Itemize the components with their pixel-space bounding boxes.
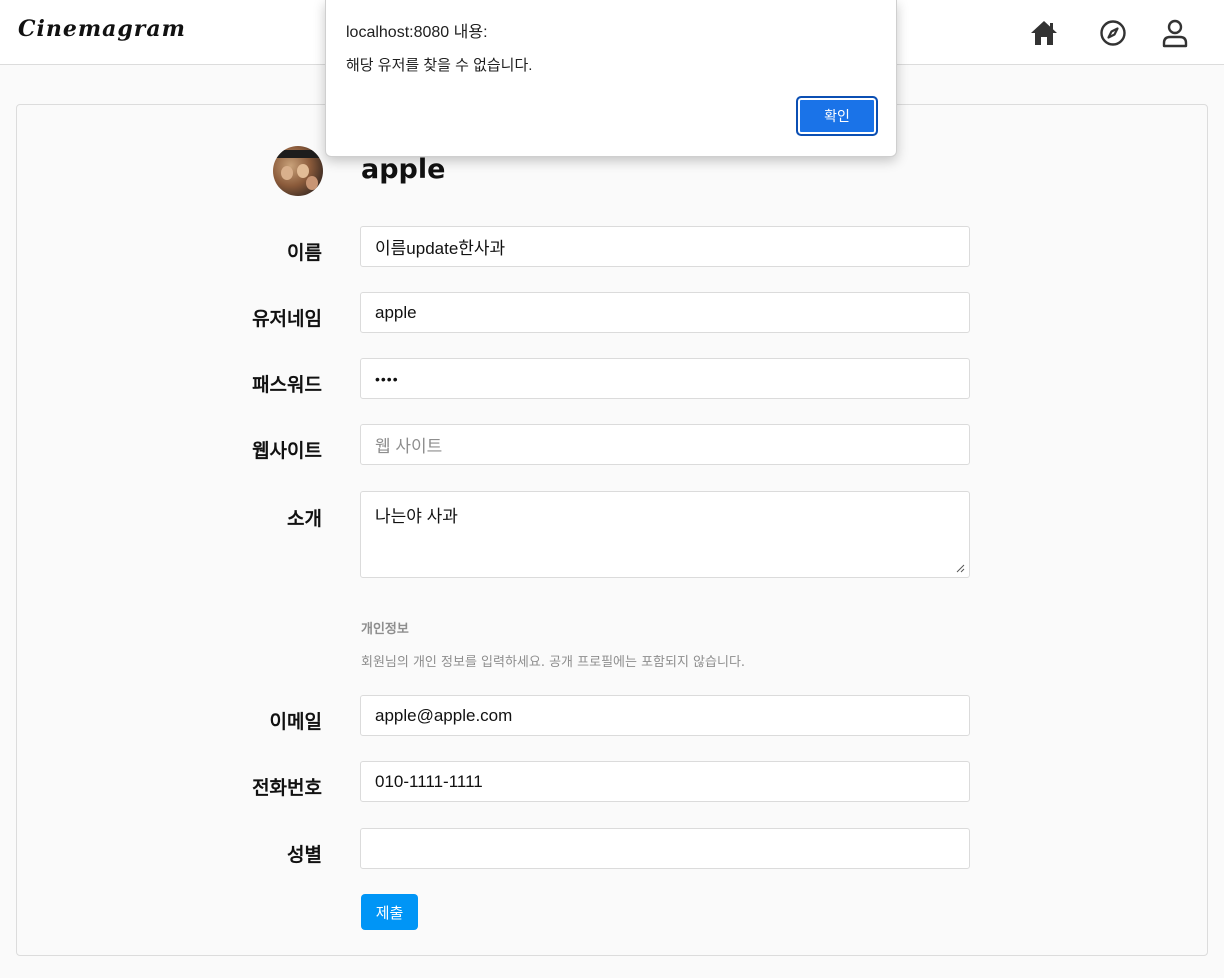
- bio-text: 나는야 사과: [375, 507, 458, 526]
- resize-handle-icon[interactable]: [955, 563, 965, 573]
- bio-label: 소개: [287, 508, 322, 530]
- email-field[interactable]: apple@apple.com: [360, 695, 970, 736]
- alert-dialog: localhost:8080 내용: 해당 유저를 찾을 수 없습니다. 확인: [325, 0, 897, 157]
- compass-icon[interactable]: [1096, 16, 1130, 50]
- bio-textarea[interactable]: 나는야 사과: [360, 491, 970, 578]
- profile-avatar[interactable]: [273, 146, 323, 196]
- website-field[interactable]: 웹 사이트: [360, 424, 970, 465]
- profile-username-title: apple: [361, 154, 446, 185]
- private-info-title: 개인정보: [361, 622, 409, 637]
- gender-field[interactable]: [360, 828, 970, 869]
- alert-dialog-title: localhost:8080 내용:: [346, 24, 488, 41]
- email-label: 이메일: [269, 711, 322, 733]
- app-logo[interactable]: Cinemagram: [18, 16, 186, 42]
- submit-button[interactable]: 제출: [361, 894, 418, 930]
- private-info-description: 회원님의 개인 정보를 입력하세요. 공개 프로필에는 포함되지 않습니다.: [361, 655, 746, 670]
- password-field[interactable]: ••••: [360, 358, 970, 399]
- alert-dialog-message: 해당 유저를 찾을 수 없습니다.: [346, 57, 533, 74]
- name-field[interactable]: 이름update한사과: [360, 226, 970, 267]
- user-icon[interactable]: [1158, 16, 1192, 50]
- phone-field[interactable]: 010-1111-1111: [360, 761, 970, 802]
- home-icon[interactable]: [1027, 16, 1061, 50]
- phone-label: 전화번호: [252, 777, 322, 799]
- username-label: 유저네임: [252, 308, 322, 330]
- password-label: 패스워드: [252, 374, 322, 396]
- website-label: 웹사이트: [252, 440, 322, 462]
- username-field[interactable]: apple: [360, 292, 970, 333]
- gender-label: 성별: [287, 844, 322, 866]
- name-label: 이름: [287, 242, 322, 264]
- alert-ok-button[interactable]: 확인: [796, 96, 878, 136]
